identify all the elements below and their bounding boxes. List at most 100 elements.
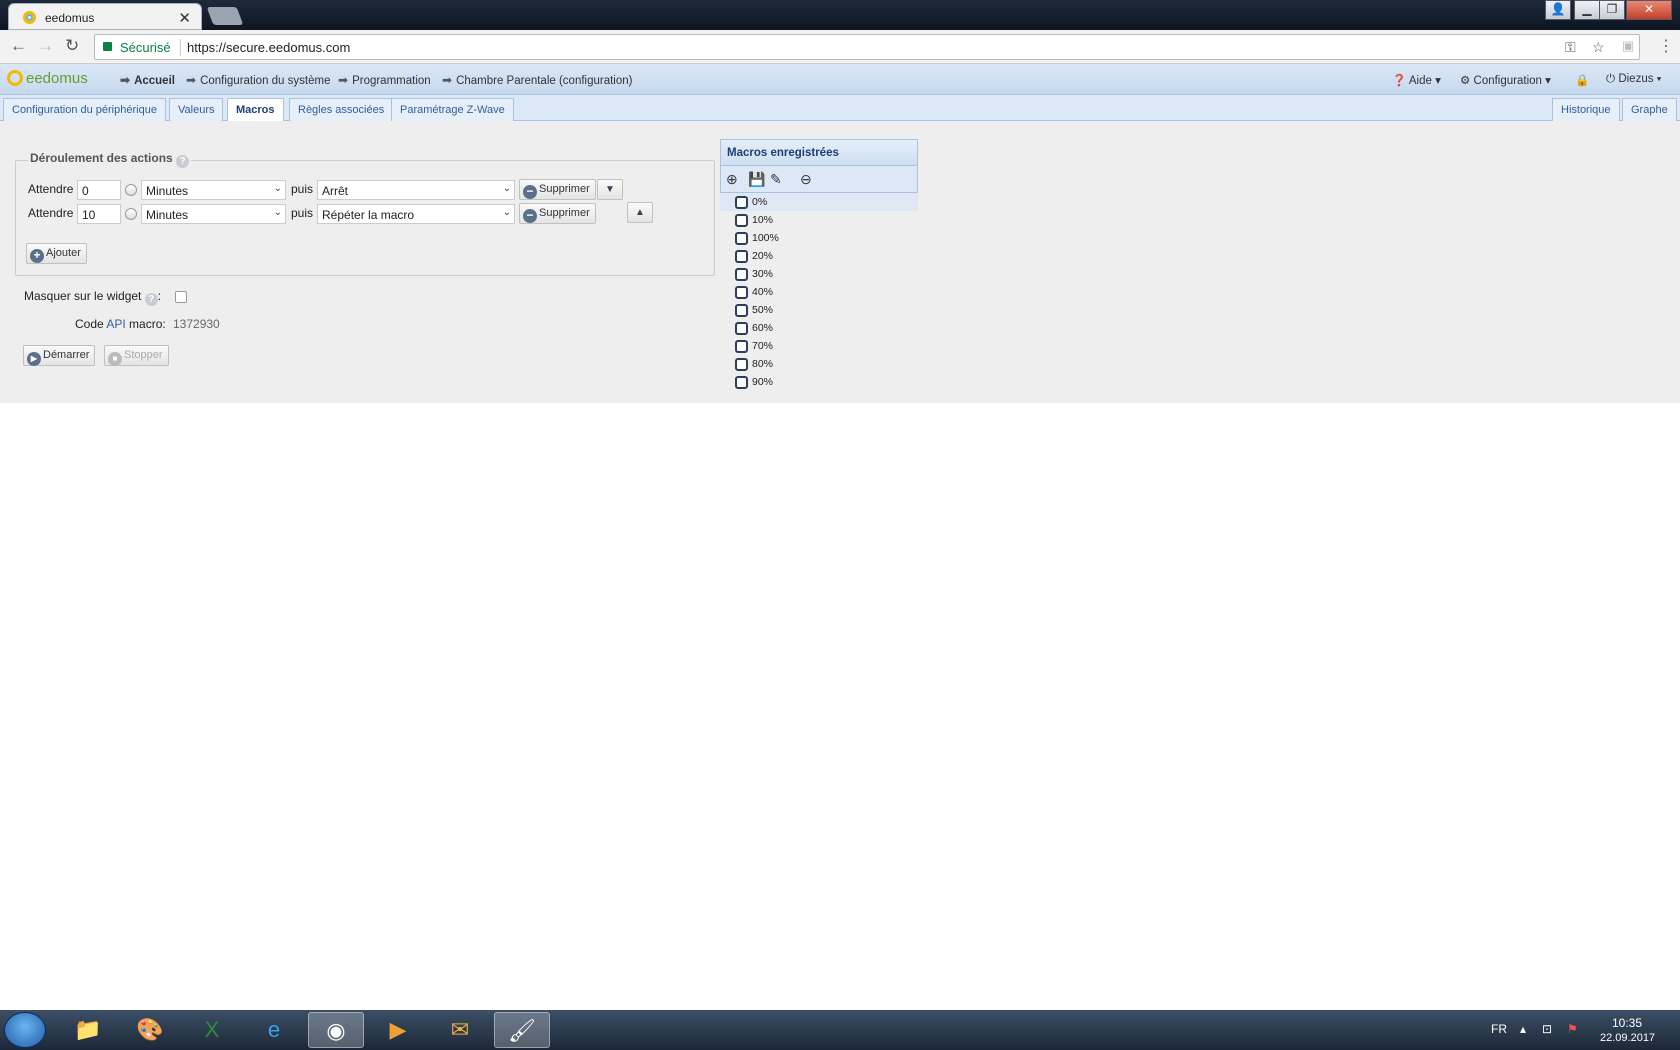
help-icon[interactable]: ? [176, 155, 190, 168]
logo-text: eedomus [26, 70, 88, 87]
explorer-icon[interactable]: 📁 [60, 1012, 116, 1048]
tab-graph[interactable]: Graphe [1622, 98, 1677, 121]
clock-time[interactable]: 10:35 [1612, 1016, 1642, 1030]
delay-radio[interactable] [125, 208, 137, 220]
action-select[interactable]: Répéter la macro ⌄ [317, 204, 515, 224]
edit-pencil-icon[interactable]: ✎ [770, 171, 782, 188]
delete-macro-icon[interactable]: ⊖ [800, 171, 812, 188]
macro-label: 20% [752, 250, 774, 262]
list-item[interactable]: 90% [720, 373, 918, 391]
checkbox-icon [735, 232, 748, 245]
star-icon[interactable]: ☆ [1592, 39, 1605, 56]
language-indicator[interactable]: FR [1491, 1022, 1507, 1036]
clock-date[interactable]: 22.09.2017 [1600, 1032, 1655, 1044]
help-menu[interactable]: ❓ Aide ▾ [1392, 73, 1441, 87]
action-center-icon[interactable]: ⚑ [1567, 1022, 1578, 1036]
new-tab-button[interactable] [206, 7, 244, 25]
list-item[interactable]: 0% [720, 193, 918, 211]
unit-select[interactable]: Minutes ⌄ [141, 204, 286, 224]
tab-close-icon[interactable]: ✕ [178, 9, 191, 27]
macro-label: 30% [752, 268, 774, 280]
action-row: Attendre 10 Minutes ⌄ puis Répéter la mac… [28, 202, 668, 225]
list-item[interactable]: 70% [720, 337, 918, 355]
delay-radio[interactable] [125, 184, 137, 196]
network-icon[interactable]: ⊡ [1542, 1022, 1552, 1036]
internet-explorer-icon[interactable]: e [246, 1012, 302, 1048]
lock-button[interactable]: 🔒 [1575, 73, 1589, 87]
checkbox-icon [735, 214, 748, 227]
browser-tab[interactable]: eedomus ✕ [8, 3, 202, 30]
tab-history[interactable]: Historique [1552, 98, 1620, 121]
api-link[interactable]: API [106, 317, 125, 331]
add-macro-icon[interactable]: ⊕ [726, 171, 738, 188]
tab-zwave[interactable]: Paramétrage Z-Wave [391, 98, 514, 121]
breadcrumb-label: Accueil [134, 75, 175, 87]
pdf-extension-icon[interactable]: ▣ [1622, 38, 1634, 54]
forward-icon[interactable]: → [37, 36, 54, 56]
list-item[interactable]: 60% [720, 319, 918, 337]
breadcrumb-device[interactable]: ➡ Chambre Parentale (configuration) [442, 73, 633, 87]
menu-icon[interactable]: ⋮ [1658, 36, 1674, 56]
omnibox[interactable]: Sécurisé https://secure.eedomus.com ⚿ ☆ [94, 34, 1640, 60]
paint-app-icon[interactable]: 🎨 [122, 1012, 178, 1048]
list-item[interactable]: 100% [720, 229, 918, 247]
restore-button[interactable]: ❐ [1599, 0, 1625, 20]
delay-input[interactable]: 0 [77, 180, 121, 200]
add-action-button[interactable]: + Ajouter [26, 243, 87, 264]
action-select[interactable]: Arrêt ⌄ [317, 180, 515, 200]
paint-icon[interactable]: 🖌 [494, 1012, 550, 1048]
user-profile-button[interactable]: 👤 [1545, 0, 1571, 20]
tab-macros[interactable]: Macros [227, 98, 284, 122]
breadcrumb-home[interactable]: ➡ Accueil [120, 73, 175, 87]
key-icon[interactable]: ⚿ [1565, 39, 1576, 56]
list-item[interactable]: 20% [720, 247, 918, 265]
delete-button[interactable]: − Supprimer [519, 203, 596, 224]
start-button[interactable] [4, 1012, 46, 1048]
media-player-icon[interactable]: ▶ [370, 1012, 426, 1048]
add-label: Ajouter [46, 247, 81, 259]
macro-label: 50% [752, 304, 774, 316]
move-up-button[interactable]: ▲ [627, 202, 653, 223]
chrome-icon[interactable]: ◉ [308, 1012, 364, 1048]
delete-button[interactable]: − Supprimer [519, 179, 596, 200]
checkbox-icon [735, 376, 748, 389]
hide-widget-checkbox[interactable] [175, 291, 187, 303]
breadcrumb-programmation[interactable]: ➡ Programmation [338, 73, 431, 87]
stop-button[interactable]: ■ Stopper [104, 345, 169, 366]
breadcrumb-system-config[interactable]: ➡ Configuration du système [186, 73, 330, 87]
chevron-down-icon: ⌄ [273, 183, 282, 194]
save-icon[interactable]: 💾 [748, 171, 765, 188]
help-icon[interactable]: ? [144, 293, 158, 306]
saved-macros-panel: Macros enregistrées ⊕ 💾 ✎ ⊖ [720, 139, 918, 193]
url-text[interactable]: https://secure.eedomus.com [187, 40, 350, 55]
start-button[interactable]: ▶ Démarrer [23, 345, 96, 366]
address-bar: ← → ↻ Sécurisé https://secure.eedomus.co… [0, 30, 1680, 64]
list-item[interactable]: 30% [720, 265, 918, 283]
configuration-menu[interactable]: ⚙ Configuration ▾ [1460, 73, 1551, 87]
unit-select[interactable]: Minutes ⌄ [141, 180, 286, 200]
back-icon[interactable]: ← [10, 36, 27, 56]
list-item[interactable]: 40% [720, 283, 918, 301]
list-item[interactable]: 50% [720, 301, 918, 319]
tab-rules[interactable]: Règles associées [289, 98, 394, 121]
user-menu[interactable]: ⏻ Diezus ▾ [1606, 73, 1662, 86]
minimize-button[interactable]: ▁ [1574, 0, 1600, 20]
eedomus-logo[interactable]: eedomus [7, 70, 88, 87]
reload-icon[interactable]: ↻ [65, 36, 79, 56]
move-down-button[interactable]: ▼ [597, 179, 623, 200]
tray-expand-icon[interactable]: ▴ [1520, 1022, 1526, 1036]
window-titlebar: eedomus ✕ 👤 ▁ ❐ ✕ [0, 0, 1680, 30]
tab-values[interactable]: Valeurs [169, 98, 224, 121]
close-window-button[interactable]: ✕ [1626, 0, 1672, 20]
logo-ring-icon [7, 70, 23, 86]
excel-icon[interactable]: X [184, 1012, 240, 1048]
outlook-icon[interactable]: ✉ [432, 1012, 488, 1048]
then-label: puis [291, 182, 314, 196]
list-item[interactable]: 80% [720, 355, 918, 373]
unit-value: Minutes [146, 184, 189, 198]
tab-device-config[interactable]: Configuration du périphérique [3, 98, 166, 121]
stop-label: Stopper [124, 349, 163, 361]
checkbox-icon [735, 196, 748, 209]
list-item[interactable]: 10% [720, 211, 918, 229]
delay-input[interactable]: 10 [77, 204, 121, 224]
